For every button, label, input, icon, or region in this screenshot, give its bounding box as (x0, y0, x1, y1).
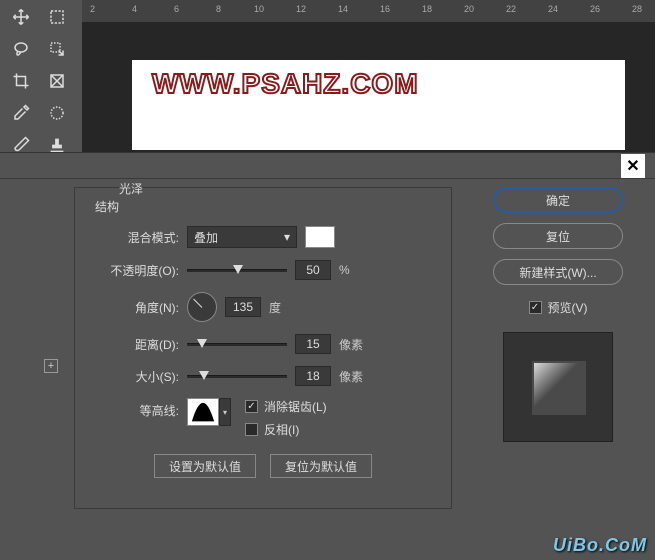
contour-picker[interactable] (187, 398, 219, 426)
footer-watermark: UiBo.CoM (553, 535, 647, 556)
ok-button[interactable]: 确定 (493, 187, 623, 213)
color-swatch[interactable] (305, 226, 335, 248)
size-slider[interactable] (187, 369, 287, 383)
frame-tool[interactable] (42, 68, 72, 94)
preview-checkbox[interactable]: ✓ (529, 301, 542, 314)
opacity-label: 不透明度(O): (89, 262, 179, 279)
new-style-button[interactable]: 新建样式(W)... (493, 259, 623, 285)
distance-input[interactable] (295, 334, 331, 354)
invert-checkbox[interactable] (245, 423, 258, 436)
object-select-tool[interactable] (42, 36, 72, 62)
opacity-input[interactable] (295, 260, 331, 280)
dialog-actions: 确定 复位 新建样式(W)... ✓ 预览(V) (488, 187, 628, 509)
tools-panel (0, 0, 82, 152)
pixel-unit-2: 像素 (339, 368, 363, 385)
angle-input[interactable] (225, 297, 261, 317)
blend-mode-dropdown[interactable]: 叠加▾ (187, 226, 297, 248)
angle-dial[interactable] (187, 292, 217, 322)
document-canvas[interactable]: WWW.PSAHZ.COM (132, 60, 625, 150)
section-title: 光泽 (115, 180, 147, 197)
degree-unit: 度 (269, 299, 281, 316)
distance-slider[interactable] (187, 337, 287, 351)
contour-label: 等高线: (89, 398, 179, 419)
opacity-slider[interactable] (187, 263, 287, 277)
invert-label: 反相(I) (264, 421, 299, 438)
pixel-unit: 像素 (339, 336, 363, 353)
antialias-label: 消除锯齿(L) (264, 398, 327, 415)
blend-mode-label: 混合模式: (89, 229, 179, 246)
percent-unit: % (339, 263, 350, 277)
dialog-header: ✕ (0, 153, 655, 179)
canvas-text: WWW.PSAHZ.COM (152, 68, 419, 100)
make-default-button[interactable]: 设置为默认值 (154, 454, 256, 478)
distance-label: 距离(D): (89, 336, 179, 353)
contour-dropdown[interactable]: ▾ (219, 398, 231, 426)
antialias-checkbox[interactable]: ✓ (245, 400, 258, 413)
lasso-tool[interactable] (6, 36, 36, 62)
layer-style-dialog: ✕ + 光泽 结构 混合模式: 叠加▾ 不透明度(O): % (0, 152, 655, 560)
horizontal-ruler: 246810121416182022242628 (82, 0, 655, 22)
size-label: 大小(S): (89, 368, 179, 385)
eyedropper-tool[interactable] (6, 100, 36, 126)
canvas-area: WWW.PSAHZ.COM (82, 22, 655, 152)
marquee-tool[interactable] (42, 4, 72, 30)
preview-label: 预览(V) (548, 299, 588, 316)
healing-tool[interactable] (42, 100, 72, 126)
crop-tool[interactable] (6, 68, 36, 94)
section-subtitle: 结构 (95, 198, 119, 215)
satin-settings: 光泽 结构 混合模式: 叠加▾ 不透明度(O): % 角度(N) (74, 187, 452, 509)
angle-label: 角度(N): (89, 299, 179, 316)
close-button[interactable]: ✕ (621, 154, 645, 178)
preview-thumbnail (503, 332, 613, 442)
size-input[interactable] (295, 366, 331, 386)
reset-default-button[interactable]: 复位为默认值 (270, 454, 372, 478)
move-tool[interactable] (6, 4, 36, 30)
add-style-button[interactable]: + (44, 359, 58, 373)
reset-button[interactable]: 复位 (493, 223, 623, 249)
